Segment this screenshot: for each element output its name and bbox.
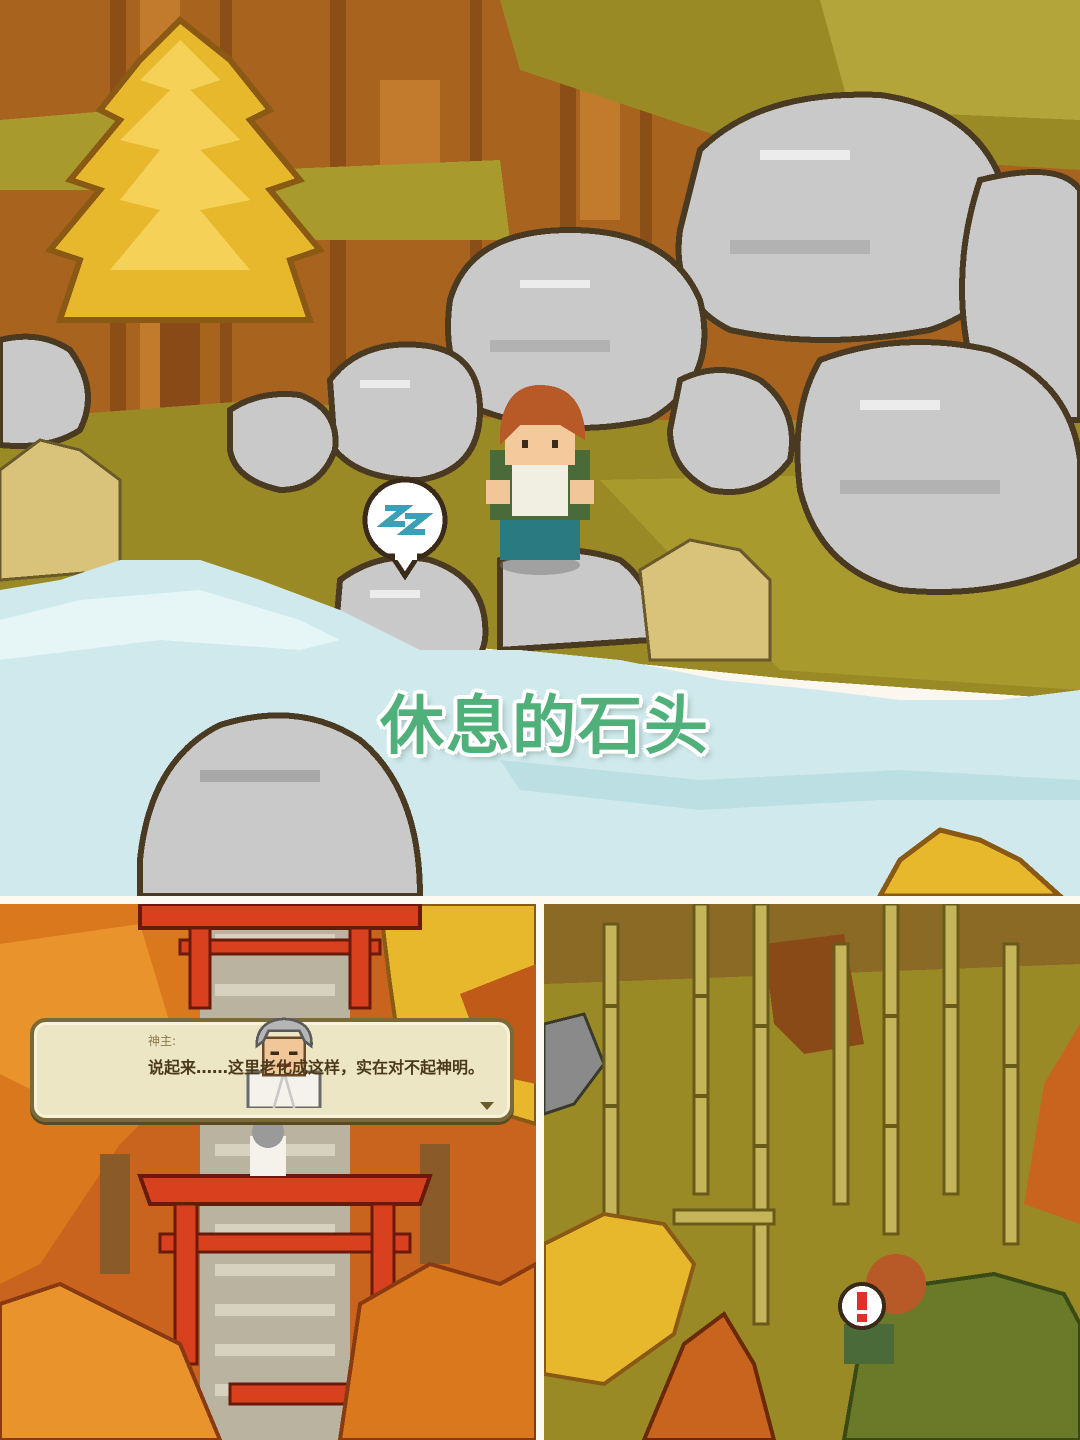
scene-bamboo-forest-art [544,904,1080,1440]
scene-caption: 休息的石头 [380,690,710,764]
dialog-text: 说起来……这里老化成这样，实在对不起神明。 [148,1058,485,1077]
triangle-down-icon[interactable] [480,1102,494,1110]
panel-divider-vertical [536,904,544,1440]
priest-sprite [250,1116,286,1176]
panel-divider-horizontal [0,896,1080,904]
dialog-speaker-name: 神主: [148,1034,177,1048]
exclamation-icon [838,1282,886,1330]
scene-bamboo-forest [544,904,1080,1440]
scene-shrine-stairs: 神主: 说起来……这里老化成这样，实在对不起神明。 [0,904,536,1440]
game-screenshot-collage: 休息的石头 神主: 说起来……这里老化成这样，实在对不起神明。 [0,0,1080,1440]
scene-shrine-stairs-art [0,904,536,1440]
dialog-box[interactable]: 神主: 说起来……这里老化成这样，实在对不起神明。 [30,1017,514,1122]
scene-resting-stone: 休息的石头 [0,0,1080,896]
